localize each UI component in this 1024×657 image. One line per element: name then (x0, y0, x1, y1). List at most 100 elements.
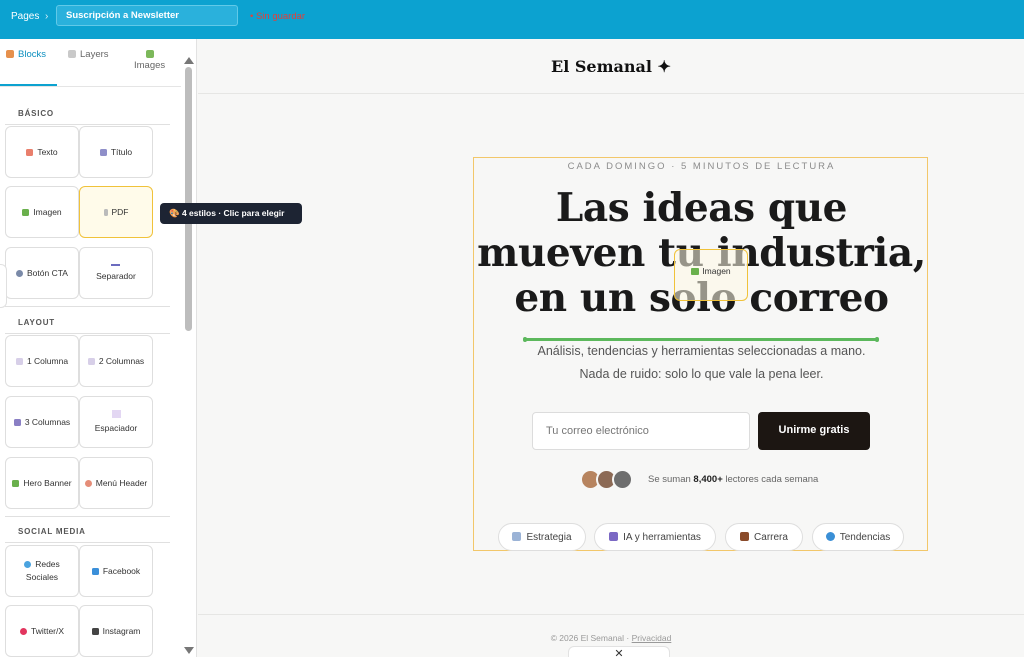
block-label: Texto (37, 146, 58, 157)
block-instagram[interactable]: Instagram (79, 605, 153, 657)
sidebar-scrollbar[interactable] (183, 47, 194, 657)
tab-layers-label: Layers (80, 49, 109, 60)
hero-section[interactable]: CADA DOMINGO · 5 MINUTOS DE LECTURA Las … (473, 157, 928, 551)
topic-chip-tendencias[interactable]: Tendencias (812, 523, 904, 551)
block-boton-cta[interactable]: Botón CTA (5, 247, 79, 299)
block-3-columnas[interactable]: 3 Columnas (5, 396, 79, 448)
tab-images[interactable]: Images (134, 49, 165, 71)
footer-copyright: © 2026 El Semanal · (550, 633, 630, 643)
tab-images-label: Images (134, 60, 166, 71)
chip-label: Tendencias (839, 532, 891, 543)
scroll-thumb[interactable] (185, 67, 192, 331)
twitter-icon (19, 627, 27, 635)
privacy-link[interactable]: Privacidad (632, 633, 672, 643)
image-icon (691, 268, 700, 275)
topic-chip-estrategia[interactable]: Estrategia (498, 523, 586, 551)
block-label: 3 Columnas (24, 416, 71, 427)
chip-label: Carrera (754, 532, 788, 543)
newsletter-logo[interactable]: El Semanal ✦ (198, 57, 1024, 76)
block-label: Menú Header (95, 477, 148, 488)
globe-icon (24, 561, 32, 568)
block-menu-header[interactable]: Menú Header (79, 457, 153, 509)
block-redes-sociales[interactable]: Redes Sociales (5, 545, 79, 597)
image-icon (145, 50, 154, 58)
block-label: Título (110, 146, 133, 157)
block-espaciador[interactable]: Espaciador (79, 396, 153, 448)
newsletter-header: El Semanal ✦ (198, 39, 1024, 94)
briefcase-icon (740, 532, 750, 541)
block-1-columna[interactable]: 1 Columna (5, 335, 79, 387)
close-icon[interactable]: ✕ (614, 648, 623, 657)
section-divider (5, 542, 170, 543)
topic-chip-carrera[interactable]: Carrera (725, 523, 803, 551)
social-proof-text[interactable]: Se suman 8,400+ lectores cada semana (648, 474, 818, 485)
top-bar: Pages › Suscripción a Newsletter • Sin g… (0, 0, 1024, 39)
section-title-social-media: SOCIAL MEDIA (18, 527, 86, 536)
breadcrumb-separator: › (45, 11, 49, 22)
page-name-input[interactable]: Suscripción a Newsletter (56, 5, 238, 26)
tab-blocks[interactable]: Blocks (6, 49, 46, 60)
text-icon (26, 148, 34, 156)
topic-chip-ia[interactable]: IA y herramientas (594, 523, 716, 551)
hero-icon (12, 479, 20, 487)
block-pdf[interactable]: PDF (79, 186, 153, 238)
scroll-down-arrow-icon[interactable] (184, 647, 194, 654)
hero-subtitle-line-2[interactable]: Nada de ruido: solo lo que vale la pena … (474, 367, 929, 381)
tab-blocks-label: Blocks (18, 49, 46, 60)
email-input[interactable]: Tu correo electrónico (532, 412, 750, 450)
section-title-layout: LAYOUT (18, 318, 55, 327)
section-divider (5, 306, 170, 307)
block-label: Twitter/X (30, 625, 65, 636)
blocks-icon (6, 50, 14, 58)
block-label: Separador (96, 270, 136, 281)
block-titulo[interactable]: Título (79, 126, 153, 178)
avatar (612, 469, 633, 490)
block-separador[interactable]: Separador (79, 247, 153, 299)
button-icon (16, 269, 24, 277)
blocks-sidebar: Blocks Layers Images BÁSICO Texto Título… (0, 39, 197, 657)
scroll-up-arrow-icon[interactable] (184, 57, 194, 64)
block-label: Espaciador (94, 422, 138, 433)
panel-resize-handle[interactable] (0, 264, 7, 308)
section-divider (5, 516, 170, 517)
block-styles-tooltip: 🎨 4 estilos · Clic para elegir (160, 203, 302, 224)
hero-kicker[interactable]: CADA DOMINGO · 5 MINUTOS DE LECTURA (474, 161, 929, 172)
three-columns-icon (13, 418, 21, 426)
chart-icon (512, 532, 522, 541)
newsletter-footer: © 2026 El Semanal · Privacidad (198, 633, 1024, 643)
block-facebook[interactable]: Facebook (79, 545, 153, 597)
footer-divider (198, 614, 1024, 615)
block-label: PDF (111, 206, 129, 217)
section-divider (5, 333, 170, 334)
two-columns-icon (87, 357, 95, 365)
dragged-image-block[interactable]: Imagen (674, 249, 748, 301)
block-2-columnas[interactable]: 2 Columnas (79, 335, 153, 387)
social-proof-suffix: lectores cada semana (725, 474, 819, 485)
block-label: 2 Columnas (98, 355, 145, 366)
block-label: Redes Sociales (25, 559, 60, 582)
menu-icon (84, 479, 92, 487)
block-label: Instagram (102, 625, 141, 636)
block-twitter-x[interactable]: Twitter/X (5, 605, 79, 657)
tab-layers[interactable]: Layers (68, 49, 109, 60)
block-hero-banner[interactable]: Hero Banner (5, 457, 79, 509)
robot-icon (609, 532, 619, 541)
facebook-icon (91, 567, 99, 575)
block-label: Imagen (33, 206, 62, 217)
unsaved-indicator: • Sin guardar (250, 11, 306, 22)
one-column-icon (15, 357, 23, 365)
block-label: 1 Columna (26, 355, 69, 366)
block-label: Hero Banner (23, 477, 72, 488)
bottom-panel-close[interactable]: ✕ (568, 646, 670, 657)
block-label: Botón CTA (27, 267, 68, 278)
hero-subtitle-line-1[interactable]: Análisis, tendencias y herramientas sele… (474, 344, 929, 358)
tabs-divider (0, 86, 181, 87)
image-icon (22, 208, 30, 216)
reader-avatars (580, 469, 640, 490)
section-divider (5, 124, 170, 125)
separator-icon (111, 263, 121, 266)
breadcrumb-pages[interactable]: Pages (11, 11, 39, 22)
subscribe-button[interactable]: Unirme gratis (758, 412, 870, 450)
block-imagen[interactable]: Imagen (5, 186, 79, 238)
block-texto[interactable]: Texto (5, 126, 79, 178)
